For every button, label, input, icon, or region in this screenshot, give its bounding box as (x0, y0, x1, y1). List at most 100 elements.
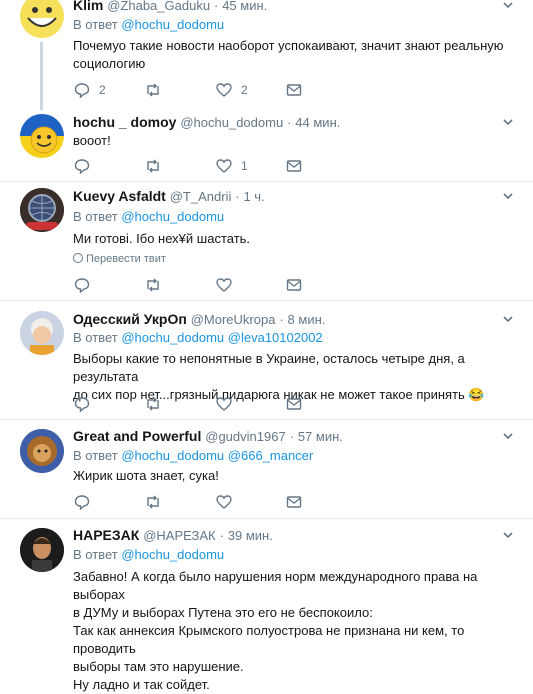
retweet-button[interactable] (144, 81, 170, 99)
direct-message-icon (286, 160, 302, 172)
avatar[interactable] (20, 0, 64, 38)
display-name[interactable]: НАРЕЗАК (73, 527, 139, 543)
reply-button[interactable] (73, 276, 91, 294)
reply-button[interactable] (73, 157, 99, 175)
user-handle[interactable]: @gudvin1967 (205, 429, 285, 444)
user-handle[interactable]: @MoreUkropa (191, 312, 276, 327)
user-handle[interactable]: @НАРЕЗАК (143, 528, 215, 543)
tweet-1[interactable]: hochu _ domoy @hochu_dodomu · 44 мин. во… (0, 104, 533, 181)
tweet-0[interactable]: Klim @Zhaba_Gaduku · 45 мин. В ответ @ho… (0, 0, 533, 110)
reply-count: 2 (99, 83, 106, 97)
tweet-text: Ми готові. Ібо нех¥й шастать. (73, 230, 521, 248)
tweet-header: hochu _ domoy @hochu_dodomu · 44 мин. (73, 114, 340, 130)
timestamp[interactable]: 44 мин. (295, 115, 340, 130)
reply-context: В ответ @hochu_dodomu (73, 17, 224, 32)
like-count: 1 (241, 159, 248, 173)
user-handle[interactable]: @T_Andrii (170, 189, 232, 204)
retweet-icon (147, 278, 159, 292)
separator-dot: · (213, 0, 219, 13)
tweet-header: Klim @Zhaba_Gaduku · 45 мин. (73, 0, 267, 13)
direct-message-icon (286, 84, 302, 96)
reply-button[interactable]: 2 (73, 81, 106, 99)
avatar[interactable] (20, 528, 64, 572)
chevron-down-icon[interactable] (501, 312, 515, 326)
direct-message-button[interactable] (285, 81, 303, 99)
reply-icon (74, 278, 90, 294)
chevron-down-icon[interactable] (501, 528, 515, 542)
reply-mention[interactable]: @hochu_dodomu (121, 209, 224, 224)
reply-mention[interactable]: @666_mancer (228, 448, 313, 463)
tweet-text-line: социологию (73, 56, 146, 71)
direct-message-button[interactable] (285, 157, 303, 175)
tweet-header: Одесский УкрОп @MoreUkropa · 8 мин. (73, 311, 325, 327)
like-button[interactable]: 1 (215, 157, 248, 175)
reply-context: В ответ @hochu_dodomu @leva10102002 (73, 330, 323, 345)
avatar[interactable] (20, 311, 64, 355)
direct-message-icon (286, 279, 302, 291)
tweet-header: Great and Powerful @gudvin1967 · 57 мин. (73, 428, 343, 444)
translate-label: Перевести твит (86, 253, 166, 265)
reply-mention[interactable]: @hochu_dodomu (121, 17, 224, 32)
tweet-2[interactable]: Kuevy Asfaldt @T_Andrii · 1 ч. В ответ @… (0, 182, 533, 300)
tweet-text-line: в ДУМу и выборах Путена это его не беспо… (73, 605, 373, 620)
retweet-button[interactable] (144, 395, 162, 413)
like-icon (216, 278, 232, 292)
chevron-down-icon[interactable] (501, 115, 515, 129)
reply-button[interactable] (73, 395, 91, 413)
like-button[interactable]: 2 (215, 81, 248, 99)
chevron-down-icon[interactable] (501, 189, 515, 203)
display-name[interactable]: hochu _ domoy (73, 114, 176, 130)
timestamp[interactable]: 1 ч. (243, 189, 264, 204)
tweet-3[interactable]: Одесский УкрОп @MoreUkropa · 8 мин. В от… (0, 301, 533, 419)
retweet-button[interactable] (144, 157, 170, 175)
timestamp[interactable]: 8 мин. (288, 312, 326, 327)
direct-message-button[interactable] (285, 395, 303, 413)
chevron-down-icon[interactable] (501, 0, 515, 12)
timestamp[interactable]: 45 мин. (222, 0, 267, 13)
reply-mention[interactable]: @hochu_dodomu (121, 547, 224, 562)
user-handle[interactable]: @Zhaba_Gaduku (107, 0, 210, 13)
man-avatar (20, 528, 64, 572)
reply-button[interactable] (73, 493, 91, 511)
like-button[interactable] (215, 493, 233, 511)
reply-mention[interactable]: @leva10102002 (228, 330, 323, 345)
tweet-header: НАРЕЗАК @НАРЕЗАК · 39 мин. (73, 527, 273, 543)
reply-icon (74, 397, 90, 413)
reply-context: В ответ @hochu_dodomu (73, 547, 224, 562)
reply-context: В ответ @hochu_dodomu @666_mancer (73, 448, 313, 463)
display-name[interactable]: Great and Powerful (73, 428, 201, 444)
reply-icon (74, 495, 90, 511)
reply-mention[interactable]: @hochu_dodomu (121, 330, 224, 345)
direct-message-button[interactable] (285, 276, 303, 294)
separator-dot: · (289, 429, 294, 444)
avatar[interactable] (20, 114, 64, 158)
like-count: 2 (241, 83, 248, 97)
tweet-text-line: вооот! (73, 133, 111, 148)
translate-tweet-link[interactable]: Перевести твит (73, 253, 166, 265)
retweet-icon (147, 397, 159, 411)
display-name[interactable]: Kuevy Asfaldt (73, 188, 166, 204)
separator-dot: · (219, 528, 224, 543)
chevron-down-icon[interactable] (501, 429, 515, 443)
retweet-button[interactable] (144, 493, 162, 511)
retweet-icon (147, 495, 159, 509)
display-name[interactable]: Klim (73, 0, 103, 13)
avatar[interactable] (20, 188, 64, 232)
reply-icon (74, 83, 90, 99)
tweet-5[interactable]: НАРЕЗАК @НАРЕЗАК · 39 мин. В ответ @hoch… (0, 519, 533, 692)
like-icon (216, 397, 232, 411)
display-name[interactable]: Одесский УкрОп (73, 311, 187, 327)
timestamp[interactable]: 57 мин. (298, 429, 343, 444)
reply-mention[interactable]: @hochu_dodomu (121, 448, 224, 463)
tweet-4[interactable]: Great and Powerful @gudvin1967 · 57 мин.… (0, 420, 533, 518)
timestamp[interactable]: 39 мин. (228, 528, 273, 543)
avatar[interactable] (20, 429, 64, 473)
retweet-button[interactable] (144, 276, 162, 294)
smiley-flag-avatar (20, 114, 64, 158)
like-button[interactable] (215, 276, 233, 294)
direct-message-button[interactable] (285, 493, 303, 511)
like-button[interactable] (215, 395, 233, 413)
tweet-text: Жирик шота знает, сука! (73, 467, 521, 485)
user-handle[interactable]: @hochu_dodomu (180, 115, 283, 130)
troll-face-avatar (20, 0, 64, 38)
